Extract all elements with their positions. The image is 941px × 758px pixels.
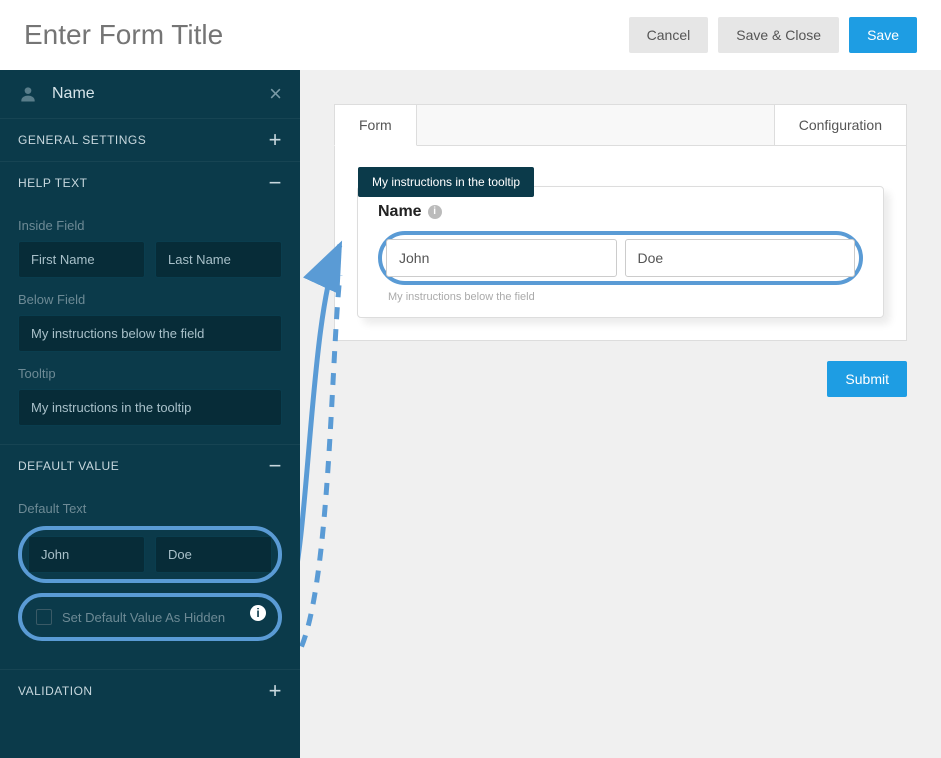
below-field-text: My instructions below the field	[388, 291, 863, 303]
settings-sidebar: Name × GENERAL SETTINGS + HELP TEXT − In…	[0, 70, 300, 758]
section-title: VALIDATION	[18, 684, 93, 698]
default-first-input[interactable]	[28, 536, 145, 573]
minus-icon: −	[269, 178, 282, 188]
tooltip-input[interactable]	[18, 389, 282, 426]
minus-icon: −	[269, 461, 282, 471]
last-name-input[interactable]	[625, 239, 856, 277]
close-icon[interactable]: ×	[269, 81, 282, 107]
person-icon	[18, 84, 38, 104]
form-preview-card: My instructions in the tooltip Name i My…	[334, 146, 907, 341]
tabs: Form Configuration	[334, 104, 907, 146]
field-label: Name i	[378, 203, 863, 221]
topbar: Cancel Save & Close Save	[0, 0, 941, 70]
info-icon[interactable]: i	[428, 205, 442, 219]
section-default-value[interactable]: DEFAULT VALUE −	[0, 444, 300, 487]
sidebar-title: Name	[52, 85, 95, 103]
preview-canvas: Form Configuration My instructions in th…	[300, 70, 941, 758]
sidebar-header: Name ×	[0, 70, 300, 118]
tab-spacer	[417, 104, 774, 146]
save-close-button[interactable]: Save & Close	[718, 17, 839, 53]
section-title: HELP TEXT	[18, 176, 87, 190]
hidden-label: Set Default Value As Hidden	[62, 610, 225, 625]
set-default-hidden-row[interactable]: Set Default Value As Hidden i	[24, 599, 276, 635]
section-validation[interactable]: VALIDATION +	[0, 669, 300, 712]
cancel-button[interactable]: Cancel	[629, 17, 709, 53]
tab-form[interactable]: Form	[334, 104, 417, 146]
plus-icon: +	[269, 135, 282, 145]
below-field-input[interactable]	[18, 315, 282, 352]
tab-configuration[interactable]: Configuration	[774, 104, 907, 146]
below-field-label: Below Field	[18, 292, 282, 307]
save-button[interactable]: Save	[849, 17, 917, 53]
first-name-input[interactable]	[386, 239, 617, 277]
hidden-checkbox[interactable]	[36, 609, 52, 625]
name-inputs-highlight	[378, 231, 863, 285]
default-text-label: Default Text	[18, 501, 282, 516]
section-help-text[interactable]: HELP TEXT −	[0, 161, 300, 204]
help-text-body: Inside Field Below Field Tooltip	[0, 218, 300, 444]
hidden-option-highlight: Set Default Value As Hidden i	[18, 593, 282, 641]
default-last-input[interactable]	[155, 536, 272, 573]
default-value-body: Default Text Set Default Value As Hidden…	[0, 501, 300, 669]
form-title-input[interactable]	[24, 19, 424, 51]
field-label-text: Name	[378, 203, 422, 221]
plus-icon: +	[269, 686, 282, 696]
section-title: DEFAULT VALUE	[18, 459, 119, 473]
tooltip-label: Tooltip	[18, 366, 282, 381]
inside-first-input[interactable]	[18, 241, 145, 278]
inside-field-label: Inside Field	[18, 218, 282, 233]
info-icon[interactable]: i	[250, 605, 266, 621]
inside-last-input[interactable]	[155, 241, 282, 278]
section-general-settings[interactable]: GENERAL SETTINGS +	[0, 118, 300, 161]
tooltip-bubble: My instructions in the tooltip	[358, 167, 534, 197]
section-title: GENERAL SETTINGS	[18, 133, 146, 147]
name-field-group: My instructions in the tooltip Name i My…	[357, 186, 884, 318]
default-text-highlight	[18, 526, 282, 583]
submit-button[interactable]: Submit	[827, 361, 907, 397]
